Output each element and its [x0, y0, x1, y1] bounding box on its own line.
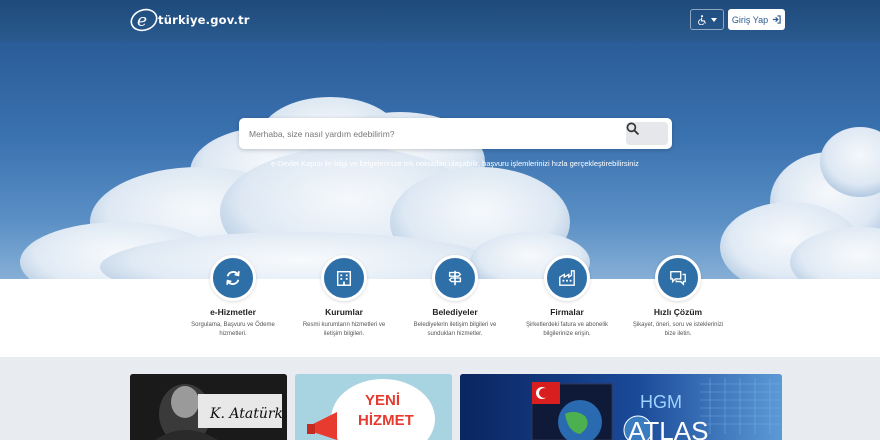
svg-text:e: e — [137, 11, 147, 31]
signature-text: K. Atatürk — [209, 406, 283, 422]
service-title: Hızlı Çözüm — [653, 307, 703, 317]
service-hizli-cozum[interactable]: Hızlı Çözüm Şikayet, öneri, soru ve iste… — [623, 255, 733, 339]
service-icon-circle — [432, 255, 478, 301]
banner-atlas-text: ATLAS — [628, 416, 708, 440]
login-button[interactable]: Giriş Yap — [728, 9, 785, 30]
banner-hgm-atlas[interactable]: HGM ATLAS — [460, 374, 782, 440]
logo-text: türkiye.gov.tr — [158, 13, 250, 27]
hgm-atlas-image: HGM ATLAS — [460, 374, 782, 440]
e-logo-icon: e — [130, 8, 158, 32]
service-title: Firmalar — [550, 307, 584, 317]
service-desc: Şikayet, öneri, soru ve isteklerinizi bi… — [632, 322, 724, 337]
service-firmalar[interactable]: Firmalar Şirketlerdeki fatura ve aboneli… — [512, 255, 622, 339]
service-title: Kurumlar — [325, 307, 363, 317]
hero-tagline: e-Devlet Kapısı ile bilgi ve belgelerini… — [271, 159, 639, 168]
services-strip: e-Hizmetler Sorgulama, Başvuru ve Ödeme … — [0, 255, 880, 357]
search-icon — [626, 122, 639, 135]
service-title: Belediyeler — [432, 307, 478, 317]
search-box — [239, 118, 672, 149]
banner-hizmet-text: HİZMET — [358, 412, 414, 429]
building-icon — [336, 270, 352, 286]
banner-hgm-text: HGM — [640, 392, 682, 412]
accessibility-button[interactable] — [690, 9, 724, 30]
service-desc: Resmi kurumların hizmetleri ve iletişim … — [302, 322, 386, 337]
service-desc: Sorgulama, Başvuru ve Ödeme hizmetleri. — [191, 322, 275, 337]
search-input[interactable] — [249, 125, 619, 142]
hero-section: e-Devlet Kapısı ile bilgi ve belgelerini… — [0, 42, 880, 279]
wheelchair-icon — [697, 14, 706, 25]
refresh-icon — [226, 271, 240, 285]
yeni-hizmet-image: YENİ HİZMET — [295, 374, 452, 440]
service-kurumlar[interactable]: Kurumlar Resmi kurumların hizmetleri ve … — [289, 255, 399, 339]
service-icon-circle — [210, 255, 256, 301]
banner-yeni-text: YENİ — [365, 392, 400, 409]
service-belediyeler[interactable]: Belediyeler Belediyelerin iletişim bilgi… — [400, 255, 510, 339]
banner-ataturk[interactable]: K. Atatürk — [130, 374, 287, 440]
ataturk-portrait-image: K. Atatürk — [130, 374, 287, 440]
top-header: e türkiye.gov.tr Giriş Yap — [0, 0, 880, 42]
signpost-icon — [448, 270, 462, 286]
service-desc: Şirketlerdeki fatura ve abonelik bilgile… — [525, 322, 609, 337]
banner-yeni-hizmet[interactable]: YENİ HİZMET — [295, 374, 452, 440]
service-title: e-Hizmetler — [210, 307, 256, 317]
chevron-down-icon — [710, 17, 717, 22]
sign-in-icon — [772, 15, 781, 24]
service-desc: Belediyelerin iletişim bilgileri ve sund… — [413, 322, 497, 337]
service-icon-circle — [655, 255, 701, 301]
service-e-hizmetler[interactable]: e-Hizmetler Sorgulama, Başvuru ve Ödeme … — [178, 255, 288, 339]
service-icon-circle — [321, 255, 367, 301]
chat-icon — [670, 271, 686, 286]
login-label: Giriş Yap — [731, 14, 769, 25]
factory-icon — [559, 270, 575, 286]
search-button[interactable] — [626, 122, 668, 145]
site-logo[interactable]: e türkiye.gov.tr — [128, 7, 250, 33]
service-icon-circle — [544, 255, 590, 301]
